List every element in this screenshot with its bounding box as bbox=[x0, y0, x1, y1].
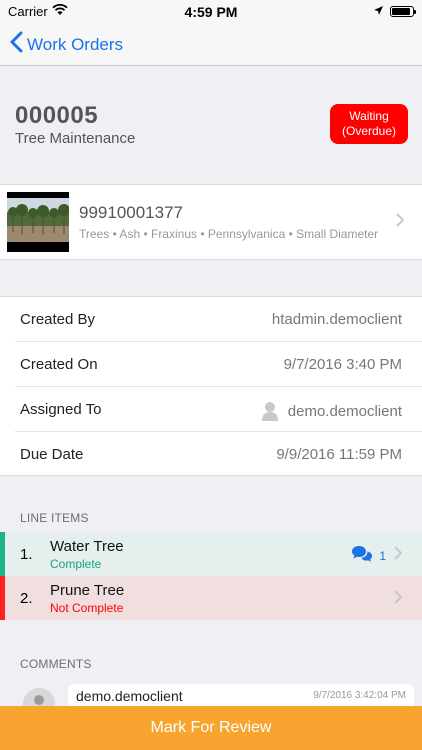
status-badge-line2: (Overdue) bbox=[341, 124, 397, 138]
chevron-right-icon bbox=[394, 588, 403, 609]
line-item[interactable]: 2. Prune Tree Not Complete bbox=[0, 576, 422, 620]
detail-row-due-date: Due Date 9/9/2016 11:59 PM bbox=[0, 432, 422, 477]
comment-count[interactable]: 1 bbox=[351, 545, 386, 566]
asset-thumbnail bbox=[7, 192, 69, 252]
asset-id: 99910001377 bbox=[79, 203, 184, 222]
chat-bubbles-icon bbox=[351, 545, 373, 566]
comment-author: demo.democlient bbox=[76, 688, 183, 704]
line-item-name: Prune Tree bbox=[50, 582, 125, 599]
detail-value: demo.democlient bbox=[261, 401, 402, 421]
user-icon bbox=[261, 401, 278, 421]
line-items-header: LINE ITEMS bbox=[20, 511, 89, 525]
navigation-bar: Work Orders bbox=[0, 22, 422, 66]
status-bar: Carrier 4:59 PM bbox=[0, 0, 422, 22]
back-button[interactable]: Work Orders bbox=[10, 31, 123, 58]
line-item[interactable]: 1. Water Tree Complete 1 bbox=[0, 532, 422, 576]
detail-value: 9/7/2016 3:40 PM bbox=[284, 356, 402, 373]
status-badge-line1: Waiting bbox=[349, 109, 389, 123]
chevron-right-icon bbox=[396, 211, 405, 232]
comment-timestamp: 9/7/2016 3:42:04 PM bbox=[313, 690, 406, 701]
mark-for-review-button[interactable]: Mark For Review bbox=[0, 706, 422, 750]
status-badge: Waiting (Overdue) bbox=[330, 104, 408, 144]
line-item-number: 2. bbox=[20, 590, 33, 607]
line-item-status: Complete bbox=[50, 557, 102, 571]
back-button-label: Work Orders bbox=[27, 34, 124, 54]
battery-icon bbox=[390, 6, 416, 17]
line-item-status: Not Complete bbox=[50, 601, 124, 615]
detail-row-created-by: Created By htadmin.democlient bbox=[0, 297, 422, 342]
detail-label: Created On bbox=[20, 356, 98, 373]
detail-label: Created By bbox=[20, 311, 96, 328]
line-item-number: 1. bbox=[20, 546, 33, 563]
detail-value: htadmin.democlient bbox=[272, 311, 402, 328]
chevron-right-icon bbox=[394, 544, 403, 565]
asset-description: Trees • Ash • Fraxinus • Pennsylvanica •… bbox=[79, 227, 379, 241]
location-arrow-icon bbox=[373, 4, 384, 19]
line-item-status-bar bbox=[0, 532, 5, 576]
line-item-status-bar bbox=[0, 576, 5, 620]
detail-label: Assigned To bbox=[20, 401, 102, 418]
work-order-type: Tree Maintenance bbox=[15, 130, 136, 147]
work-order-header: 000005 Tree Maintenance Waiting (Overdue… bbox=[0, 66, 422, 184]
detail-value: 9/9/2016 11:59 PM bbox=[276, 446, 402, 463]
detail-value-text: 9/7/2016 3:40 PM bbox=[283, 356, 402, 373]
line-item-name: Water Tree bbox=[50, 538, 124, 555]
clock: 4:59 PM bbox=[184, 4, 238, 20]
asset-row[interactable]: 99910001377 Trees • Ash • Fraxinus • Pen… bbox=[0, 184, 422, 260]
comment-count-label: 1 bbox=[379, 548, 386, 563]
work-order-number: 000005 bbox=[15, 102, 99, 129]
detail-label: Due Date bbox=[20, 446, 84, 463]
chevron-left-icon bbox=[10, 31, 23, 58]
detail-row-assigned-to[interactable]: Assigned To demo.democlient bbox=[0, 387, 422, 432]
detail-row-created-on: Created On 9/7/2016 3:40 PM bbox=[0, 342, 422, 387]
work-order-details: Created By htadmin.democlient Created On… bbox=[0, 296, 422, 476]
detail-value-text: demo.democlient bbox=[287, 402, 402, 420]
detail-value-text: 9/9/2016 11:59 PM bbox=[276, 446, 402, 463]
detail-value-text: htadmin.democlient bbox=[271, 311, 402, 328]
comments-header: COMMENTS bbox=[20, 657, 92, 671]
